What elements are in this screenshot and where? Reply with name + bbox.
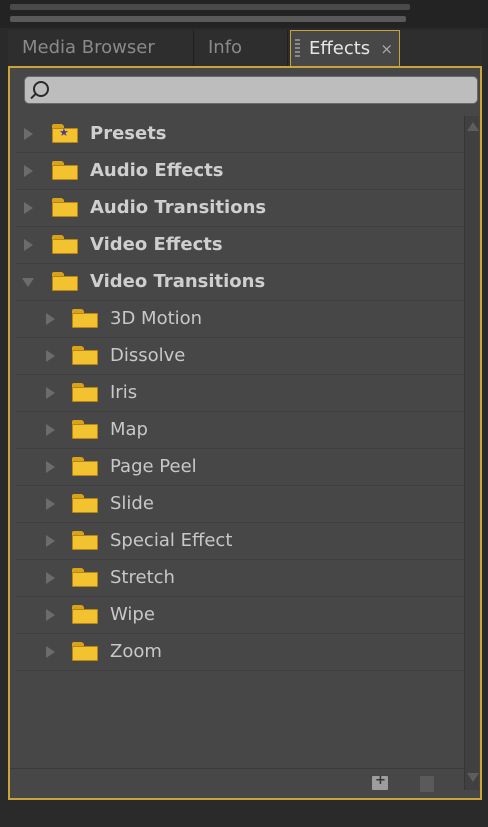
folder-icon	[72, 309, 98, 329]
preset-folder-icon: ★	[52, 124, 78, 144]
folder-icon	[72, 420, 98, 440]
expand-arrow-icon[interactable]	[46, 387, 55, 399]
delete-icon[interactable]	[420, 776, 434, 792]
tree-item-label: Video Effects	[90, 234, 223, 255]
tree-item-video-transitions[interactable]: Video Transitions	[16, 264, 464, 301]
expand-arrow-icon[interactable]	[24, 165, 33, 177]
new-custom-bin-icon[interactable]	[372, 773, 388, 790]
tree-item-slide[interactable]: Slide	[16, 486, 464, 523]
folder-icon	[52, 161, 78, 181]
tree-item-label: Iris	[110, 382, 138, 403]
expand-arrow-icon[interactable]	[24, 128, 33, 140]
tab-effects[interactable]: Effects ×	[290, 30, 400, 67]
folder-icon	[72, 568, 98, 588]
expand-arrow-icon[interactable]	[46, 461, 55, 473]
search-icon	[33, 81, 49, 97]
tree-item-video-effects[interactable]: Video Effects	[16, 227, 464, 264]
folder-icon	[72, 494, 98, 514]
scroll-up-icon[interactable]	[467, 122, 479, 131]
tree-item-special-effect[interactable]: Special Effect	[16, 523, 464, 560]
tree-item-map[interactable]: Map	[16, 412, 464, 449]
effects-tree: ★ Presets Audio Effects Audio Transition…	[16, 116, 464, 768]
collapse-arrow-icon[interactable]	[22, 278, 34, 287]
tab-label: Info	[208, 37, 243, 58]
tree-item-audio-effects[interactable]: Audio Effects	[16, 153, 464, 190]
folder-icon	[72, 346, 98, 366]
tree-item-label: Stretch	[110, 567, 175, 588]
tree-item-label: Page Peel	[110, 456, 197, 477]
tree-item-audio-transitions[interactable]: Audio Transitions	[16, 190, 464, 227]
vertical-scrollbar[interactable]	[464, 116, 479, 790]
tree-item-3d-motion[interactable]: 3D Motion	[16, 301, 464, 338]
tab-info[interactable]: Info	[194, 30, 288, 66]
tree-item-label: Audio Transitions	[90, 197, 267, 218]
tree-item-label: Wipe	[110, 604, 155, 625]
expand-arrow-icon[interactable]	[24, 202, 33, 214]
top-strip	[0, 0, 488, 28]
tree-item-presets[interactable]: ★ Presets	[16, 116, 464, 153]
timeline-bar	[10, 4, 410, 10]
scroll-down-icon[interactable]	[467, 773, 479, 782]
folder-icon	[52, 272, 78, 292]
tree-item-label: Video Transitions	[90, 271, 266, 292]
tree-item-page-peel[interactable]: Page Peel	[16, 449, 464, 486]
timeline-bar-secondary	[10, 16, 406, 22]
folder-icon	[52, 235, 78, 255]
expand-arrow-icon[interactable]	[46, 572, 55, 584]
expand-arrow-icon[interactable]	[46, 498, 55, 510]
tree-item-label: Presets	[90, 123, 167, 144]
folder-icon	[72, 531, 98, 551]
tree-item-label: Special Effect	[110, 530, 233, 551]
expand-arrow-icon[interactable]	[46, 646, 55, 658]
tab-label: Effects	[309, 38, 371, 59]
tree-item-label: 3D Motion	[110, 308, 203, 329]
tab-label: Media Browser	[22, 37, 155, 58]
tree-item-iris[interactable]: Iris	[16, 375, 464, 412]
tree-item-label: Dissolve	[110, 345, 186, 366]
tree-item-label: Map	[110, 419, 148, 440]
tab-media-browser[interactable]: Media Browser	[8, 30, 194, 66]
drag-grip-icon[interactable]	[295, 39, 300, 59]
tree-item-dissolve[interactable]: Dissolve	[16, 338, 464, 375]
panel-tab-bar: Media Browser Info Effects × ▼	[8, 30, 482, 86]
folder-icon	[72, 642, 98, 662]
panel-footer	[10, 768, 464, 799]
expand-arrow-icon[interactable]	[46, 424, 55, 436]
folder-icon	[72, 605, 98, 625]
tree-item-zoom[interactable]: Zoom	[16, 634, 464, 671]
expand-arrow-icon[interactable]	[24, 239, 33, 251]
expand-arrow-icon[interactable]	[46, 350, 55, 362]
tree-item-label: Slide	[110, 493, 154, 514]
expand-arrow-icon[interactable]	[46, 313, 55, 325]
tree-item-stretch[interactable]: Stretch	[16, 560, 464, 597]
tree-item-label: Zoom	[110, 641, 162, 662]
folder-icon	[52, 198, 78, 218]
tree-item-label: Audio Effects	[90, 160, 224, 181]
close-icon[interactable]: ×	[380, 31, 393, 67]
folder-icon	[72, 457, 98, 477]
tree-item-wipe[interactable]: Wipe	[16, 597, 464, 634]
search-input[interactable]	[24, 76, 478, 104]
expand-arrow-icon[interactable]	[46, 535, 55, 547]
folder-icon	[72, 383, 98, 403]
effects-panel: ★ Presets Audio Effects Audio Transition…	[8, 66, 482, 800]
expand-arrow-icon[interactable]	[46, 609, 55, 621]
